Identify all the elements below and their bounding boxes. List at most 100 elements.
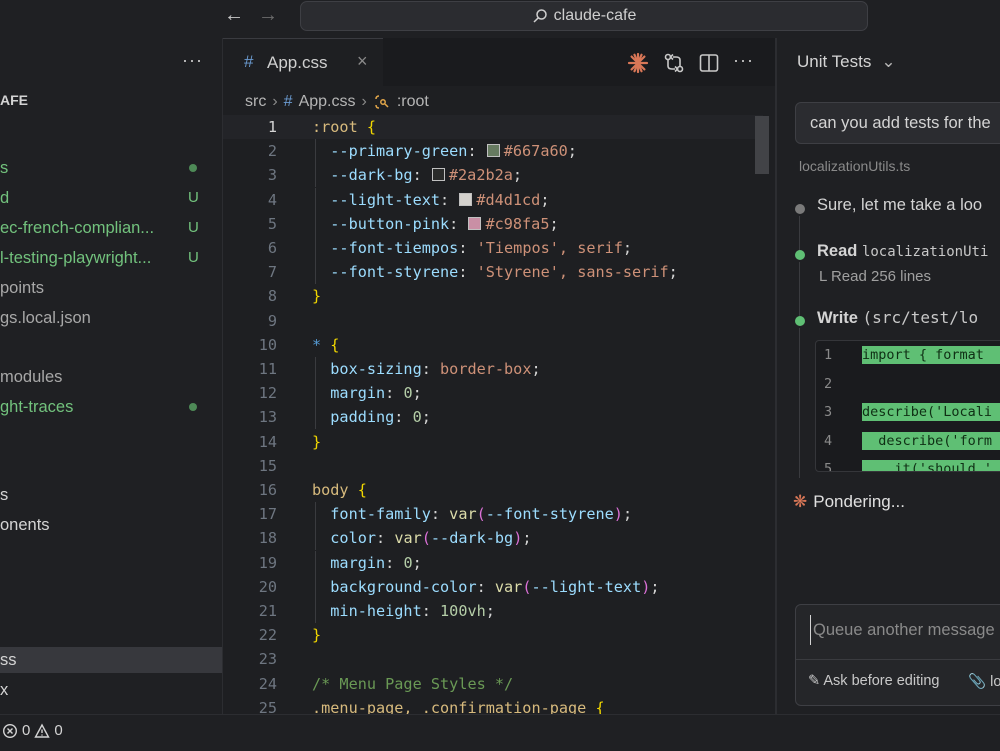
code-line[interactable]: 7 --font-styrene: 'Styrene', sans-serif; [223,260,763,285]
code-token: ; [531,360,541,378]
assistant-reply: Sure, let me take a loo [817,196,983,214]
tree-item[interactable]: ec-french-complian... U [0,215,222,241]
code-line[interactable]: 13 padding: 0; [223,405,763,430]
explorer-sidebar: ··· AFE s d U ec-french-complian... U l-testi… [0,38,223,714]
write-tool-label: Write [817,309,858,327]
code-area[interactable]: 1:root {2 --primary-green: #667a60; 3 --d… [223,115,775,717]
back-arrow-icon[interactable]: ← [224,4,244,27]
tree-item[interactable]: s [0,482,222,508]
ask-before-editing-toggle[interactable]: ✎ Ask before editing [808,673,939,689]
line-number: 11 [258,360,277,378]
code-line[interactable]: 4 --light-text: #d4d1cd; [223,187,763,212]
status-indicator: ❋ Pondering... [793,492,905,512]
code-token: : [476,577,495,596]
write-tool-call[interactable]: Write (src/test/lo [817,308,978,328]
code-token: ) [641,577,651,596]
code-line[interactable]: 8} [223,284,763,308]
message-attachment[interactable]: localizationUtils.ts [799,158,910,174]
session-selector[interactable]: Unit Tests ⌄ [797,52,896,72]
code-line[interactable]: 5 --button-pink: #c98fa5; [223,211,763,236]
forward-arrow-icon[interactable]: → [258,4,278,27]
code-line[interactable]: 16 body { [223,478,763,502]
color-swatch[interactable] [468,216,482,230]
line-number: 12 [258,384,277,403]
chevron-right-icon: › [361,93,367,110]
color-swatch[interactable] [431,168,445,182]
search-icon [533,9,547,23]
session-title: Unit Tests [797,52,872,71]
line-number: 6 [267,239,277,257]
modified-dot-icon [189,164,197,172]
breadcrumb-folder[interactable]: src [245,93,266,111]
breadcrumb-symbol[interactable]: :root [397,93,429,111]
code-line[interactable]: 19 margin: 0; [223,550,763,575]
code-line[interactable]: 14} [223,430,763,454]
tab-app-css[interactable]: # App.css × [223,38,383,87]
line-number: 22 [258,626,277,645]
message-bullet-icon [795,204,805,214]
code-line[interactable]: 3 --dark-bg: #2a2b2a; [223,163,763,188]
code-line[interactable]: 24 /* Menu Page Styles */ [223,672,763,696]
color-swatch[interactable] [459,192,473,206]
tree-item-label: modules [0,368,63,386]
code-line[interactable]: 20 background-color: var(--light-text); [223,574,763,599]
tree-item[interactable]: ght-traces [0,394,222,420]
code-token: #c98fa5 [485,214,550,233]
tree-item-label: ss [0,651,17,669]
code-line[interactable]: 15 [223,454,763,478]
more-actions-icon[interactable]: ··· [733,50,754,71]
tree-item[interactable]: x [0,677,222,703]
message-input[interactable] [810,615,1000,645]
code-text: --light-text: #d4d1cd; [312,188,549,212]
attach-file-label: lo [990,674,1000,690]
claude-spark-icon[interactable] [627,52,649,74]
code-line[interactable]: 17 font-family: var(--font-styrene); [223,502,763,527]
editor-scrollbar[interactable] [755,116,769,174]
code-line[interactable]: 6 --font-tiempos: 'Tiempos', serif; [223,236,763,260]
tree-item[interactable]: points [0,275,222,301]
diff-preview[interactable]: 1 import { format 2 3 describe('Locali 4 desc… [815,340,1000,472]
tree-item[interactable]: modules [0,364,222,390]
code-token: ) [513,529,523,548]
line-number: 9 [267,311,277,330]
split-editor-icon[interactable] [698,52,720,74]
diff-line: 2 [816,372,1000,396]
attach-file-button[interactable]: 📎 lo [968,673,1000,690]
code-line[interactable]: 9 [223,309,763,333]
code-token: var [449,505,477,524]
code-line[interactable]: 12 margin: 0; [223,381,763,406]
problems-indicator[interactable]: 0 0 [2,722,63,739]
tree-item[interactable]: ss [0,647,222,673]
code-line[interactable]: 1:root { [223,115,763,139]
code-token: } [312,432,322,451]
code-line[interactable]: 11 box-sizing: border-box; [223,357,763,381]
command-center-search[interactable]: claude-cafe [300,1,868,31]
code-text: --font-tiempos: 'Tiempos', serif; [312,236,632,260]
code-editor: # App.css × ··· src › # App.css ›:root … [223,38,777,717]
more-actions-icon[interactable]: ··· [182,50,203,71]
tree-item[interactable]: l-testing-playwright... U [0,245,222,271]
git-status-badge: U [188,249,199,266]
paperclip-icon: 📎 [968,674,987,690]
code-line[interactable]: 18 color: var(--dark-bg); [223,526,763,551]
code-text: :root { [312,115,376,139]
code-line[interactable]: 23 [223,647,763,671]
tree-item[interactable]: gs.local.json [0,305,222,331]
code-line[interactable]: 21 min-height: 100vh; [223,599,763,623]
tree-item[interactable]: dU [0,185,222,211]
tree-item-label: l-testing-playwright... [0,249,152,267]
tree-item[interactable]: onents [0,512,222,538]
color-swatch[interactable] [486,144,500,158]
code-line[interactable]: 22} [223,623,763,647]
compare-changes-icon[interactable] [663,52,685,74]
git-status-badge: U [188,189,199,206]
line-number: 8 [267,287,277,306]
read-tool-call[interactable]: Read localizationUti [817,242,988,261]
code-line[interactable]: 10 * { [223,333,763,357]
explorer-root-folder[interactable]: AFE [0,92,28,108]
tree-item[interactable]: s [0,155,222,181]
code-line[interactable]: 2 --primary-green: #667a60; [223,139,763,164]
close-tab-icon[interactable]: × [357,51,368,72]
breadcrumb-file[interactable]: App.css [299,93,356,111]
code-text: margin: 0; [312,551,421,575]
